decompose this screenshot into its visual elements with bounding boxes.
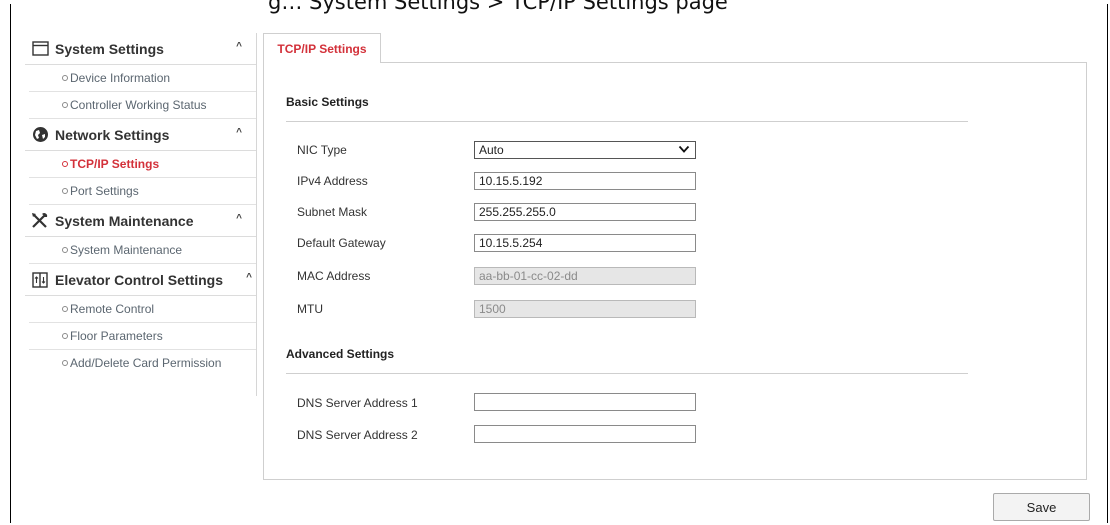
save-button[interactable]: Save	[993, 493, 1090, 521]
bullet-icon	[62, 75, 68, 81]
default-gateway-label: Default Gateway	[297, 236, 386, 250]
sidebar-section-network-settings[interactable]: Network Settings ^	[25, 119, 256, 151]
bullet-icon	[62, 306, 68, 312]
sidebar-item-controller-working-status[interactable]: Controller Working Status	[29, 92, 256, 119]
bullet-icon	[62, 102, 68, 108]
bullet-icon	[62, 161, 68, 167]
tab-divider	[381, 62, 1087, 63]
mac-address-label: MAC Address	[297, 269, 371, 283]
default-gateway-field[interactable]	[474, 234, 696, 252]
subnet-mask-label: Subnet Mask	[297, 205, 368, 219]
mtu-label: MTU	[297, 302, 323, 316]
mac-address-field	[474, 267, 696, 285]
section-divider	[286, 373, 968, 374]
dns-server-1-label: DNS Server Address 1	[297, 396, 418, 410]
sidebar-section-elevator-control-settings[interactable]: Elevator Control Settings ^	[25, 264, 256, 296]
chevron-up-icon[interactable]: ^	[246, 272, 252, 283]
dns-server-2-field[interactable]	[474, 425, 696, 443]
sidebar-item-device-information[interactable]: Device Information	[29, 65, 256, 92]
chevron-up-icon[interactable]: ^	[236, 127, 242, 138]
bullet-icon	[62, 247, 68, 253]
section-divider	[286, 121, 968, 122]
chevron-down-icon	[678, 143, 690, 159]
sidebar-section-title: System Maintenance	[55, 212, 194, 229]
mtu-field	[474, 300, 696, 318]
advanced-settings-title: Advanced Settings	[286, 347, 395, 361]
nic-type-label: NIC Type	[297, 143, 347, 157]
sidebar-section-title: Elevator Control Settings	[55, 271, 224, 288]
chevron-up-icon[interactable]: ^	[236, 41, 242, 52]
nic-type-value: Auto	[479, 143, 504, 157]
bullet-icon	[62, 333, 68, 339]
dns-server-2-label: DNS Server Address 2	[297, 428, 418, 442]
bullet-icon	[62, 360, 68, 366]
ipv4-address-field[interactable]	[474, 172, 696, 190]
bullet-icon	[62, 188, 68, 194]
sidebar-item-system-maintenance[interactable]: System Maintenance	[29, 237, 256, 264]
nic-type-select[interactable]: Auto	[474, 141, 696, 159]
sidebar-section-title: Network Settings	[55, 126, 170, 143]
tab-tcpip-settings[interactable]: TCP/IP Settings	[263, 33, 381, 63]
sidebar-item-port-settings[interactable]: Port Settings	[29, 178, 256, 205]
sidebar-section-system-settings[interactable]: System Settings ^	[25, 33, 256, 65]
chevron-up-icon[interactable]: ^	[236, 213, 242, 224]
sidebar-item-add-delete-card-permission[interactable]: Add/Delete Card Permission	[29, 350, 256, 376]
tools-icon	[31, 212, 49, 230]
sidebar-item-remote-control[interactable]: Remote Control	[29, 296, 256, 323]
dns-server-1-field[interactable]	[474, 393, 696, 411]
sidebar: System Settings ^ Device Information Con…	[25, 33, 257, 396]
sidebar-section-title: System Settings	[55, 40, 164, 57]
basic-settings-title: Basic Settings	[286, 95, 369, 109]
ipv4-address-label: IPv4 Address	[297, 174, 368, 188]
elevator-icon	[31, 271, 49, 289]
outer-frame-right	[1107, 4, 1108, 523]
sidebar-item-tcpip-settings[interactable]: TCP/IP Settings	[29, 151, 256, 178]
window-icon	[31, 40, 49, 58]
subnet-mask-field[interactable]	[474, 203, 696, 221]
sidebar-item-floor-parameters[interactable]: Floor Parameters	[29, 323, 256, 350]
sidebar-section-system-maintenance[interactable]: System Maintenance ^	[25, 205, 256, 237]
globe-icon	[31, 126, 49, 144]
